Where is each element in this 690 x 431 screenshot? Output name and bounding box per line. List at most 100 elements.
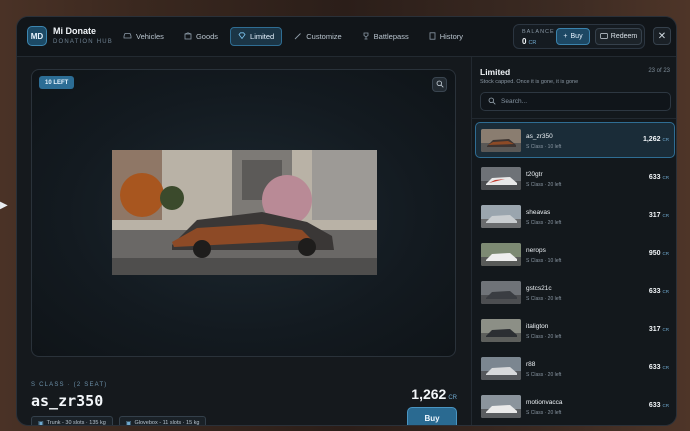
box-icon: ▣ [125,420,132,426]
search-icon [488,97,496,107]
vehicle-thumbnail [481,395,521,418]
tab-goods[interactable]: Goods [176,27,226,46]
vehicle-list: as_zr350 S Class · 10 left 1,262 CR t20gt… [475,122,675,425]
ticket-icon [599,32,608,41]
trophy-icon [362,32,370,42]
header: MD Mi Donate DONATION HUB Vehicles Goods [17,17,676,57]
redeem-button[interactable]: Redeem [595,28,642,45]
divider [472,118,676,119]
stock-badge: 10 LEFT [39,76,75,89]
tab-label: History [439,32,464,41]
list-item[interactable]: r88 S Class · 20 left 633 CR [475,350,675,386]
search-box [480,92,671,111]
close-button[interactable]: ✕ [653,27,671,45]
zoom-button[interactable] [432,77,447,92]
tab-label: Battlepass [373,32,409,41]
donate-window: MD Mi Donate DONATION HUB Vehicles Goods [16,16,677,426]
limited-panel: Limited 23 of 23 Stock capped. Once it i… [471,57,676,425]
item-name: motionvacca [526,399,563,406]
vehicle-preview: 10 LEFT [31,69,456,357]
tab-customize[interactable]: Customize [286,27,349,46]
list-item[interactable]: motionvacca S Class · 20 left 633 CR [475,388,675,424]
box-icon: ▣ [38,420,44,426]
panel-title: Limited [480,67,511,77]
tab-battlepass[interactable]: Battlepass [354,27,417,46]
tab-label: Goods [195,32,219,41]
buy-credits-button[interactable]: + Buy [556,28,590,45]
diamond-icon [238,32,246,41]
nav-tabs: Vehicles Goods Limited Customize Battlep… [115,27,471,46]
chip-text: Trunk - 30 slots · 135 kg [46,420,106,426]
vehicle-specs: ▣ Trunk - 30 slots · 135 kg ▣ Glovebox -… [31,416,207,426]
close-icon: ✕ [657,30,667,42]
vehicle-thumbnail [481,205,521,228]
item-name: gstcs21c [526,285,552,292]
currency-unit: CR [528,40,537,46]
buy-label: Buy [570,33,583,40]
vehicle-thumbnail [481,281,521,304]
list-item[interactable]: sheavas S Class · 20 left 317 CR [475,198,675,234]
item-meta: S Class · 20 left [526,410,562,416]
vehicle-thumbnail [481,167,521,190]
panel-subtitle: Stock capped. Once it is gone, it is gon… [480,79,579,85]
vehicle-price: 1,262 CR [411,386,457,402]
item-name: italigton [526,323,549,330]
tab-label: Customize [306,32,342,41]
list-item[interactable]: gstcs21c S Class · 20 left 633 CR [475,274,675,310]
brand-title: Mi Donate [53,26,97,36]
item-meta: S Class · 10 left [526,258,562,264]
brand-subtitle: DONATION HUB [53,39,113,45]
list-item[interactable]: italigton S Class · 20 left 317 CR [475,312,675,348]
tab-history[interactable]: History [421,27,471,46]
tab-label: Limited [250,32,275,41]
item-price: 950 CR [648,250,669,257]
vehicle-class: S CLASS · (2 SEAT) [31,382,108,388]
item-price: 633 CR [648,364,669,371]
list-item[interactable]: nerops S Class · 10 left 950 CR [475,236,675,272]
car-icon [123,32,132,41]
item-price: 633 CR [648,174,669,181]
chip-text: Glovebox - 11 slots · 15 kg [134,420,200,426]
item-name: nerops [526,247,546,254]
logo: MD [27,26,47,46]
zoom-icon [436,80,444,90]
item-price: 633 CR [648,288,669,295]
currency-unit: CR [448,395,457,401]
vehicle-image [112,150,377,275]
balance-box: BALANCE 0 CR + Buy Redeem [513,24,645,49]
vehicle-thumbnail [481,129,521,152]
list-item[interactable]: t20gtr S Class · 20 left 633 CR [475,160,675,196]
item-meta: S Class · 10 left [526,144,562,150]
tab-vehicles[interactable]: Vehicles [115,27,172,46]
balance-label: BALANCE [522,29,555,35]
item-meta: S Class · 20 left [526,334,562,340]
vehicle-name: as_zr350 [31,392,104,410]
list-item[interactable]: as_zr350 S Class · 10 left 1,262 CR [475,122,675,158]
search-input[interactable] [501,98,661,105]
vehicle-thumbnail [481,319,521,342]
buy-vehicle-button[interactable]: Buy [407,407,457,425]
balance-value: 0 CR [522,37,537,46]
vehicle-detail: 10 LEFT S CLASS · (2 SEAT) as_zr350 ▣ Tr… [17,57,471,426]
tab-limited[interactable]: Limited [230,27,283,46]
item-price: 1,262 CR [642,136,669,143]
item-meta: S Class · 20 left [526,372,562,378]
item-name: as_zr350 [526,133,553,140]
plus-icon: + [563,33,568,40]
item-price: 317 CR [648,212,669,219]
box-icon [184,31,192,42]
item-name: t20gtr [526,171,543,178]
item-meta: S Class · 20 left [526,220,562,226]
item-meta: S Class · 20 left [526,296,562,302]
item-name: sheavas [526,209,551,216]
item-price: 633 CR [648,402,669,409]
brand: Mi Donate DONATION HUB [53,26,113,45]
item-name: r88 [526,361,536,368]
document-icon [429,31,436,42]
vehicle-thumbnail [481,357,521,380]
glovebox-chip: ▣ Glovebox - 11 slots · 15 kg [118,416,207,426]
backdrop-arrow-icon: ▶ [0,200,8,211]
tab-label: Vehicles [136,32,164,41]
item-price: 317 CR [648,326,669,333]
item-meta: S Class · 20 left [526,182,562,188]
